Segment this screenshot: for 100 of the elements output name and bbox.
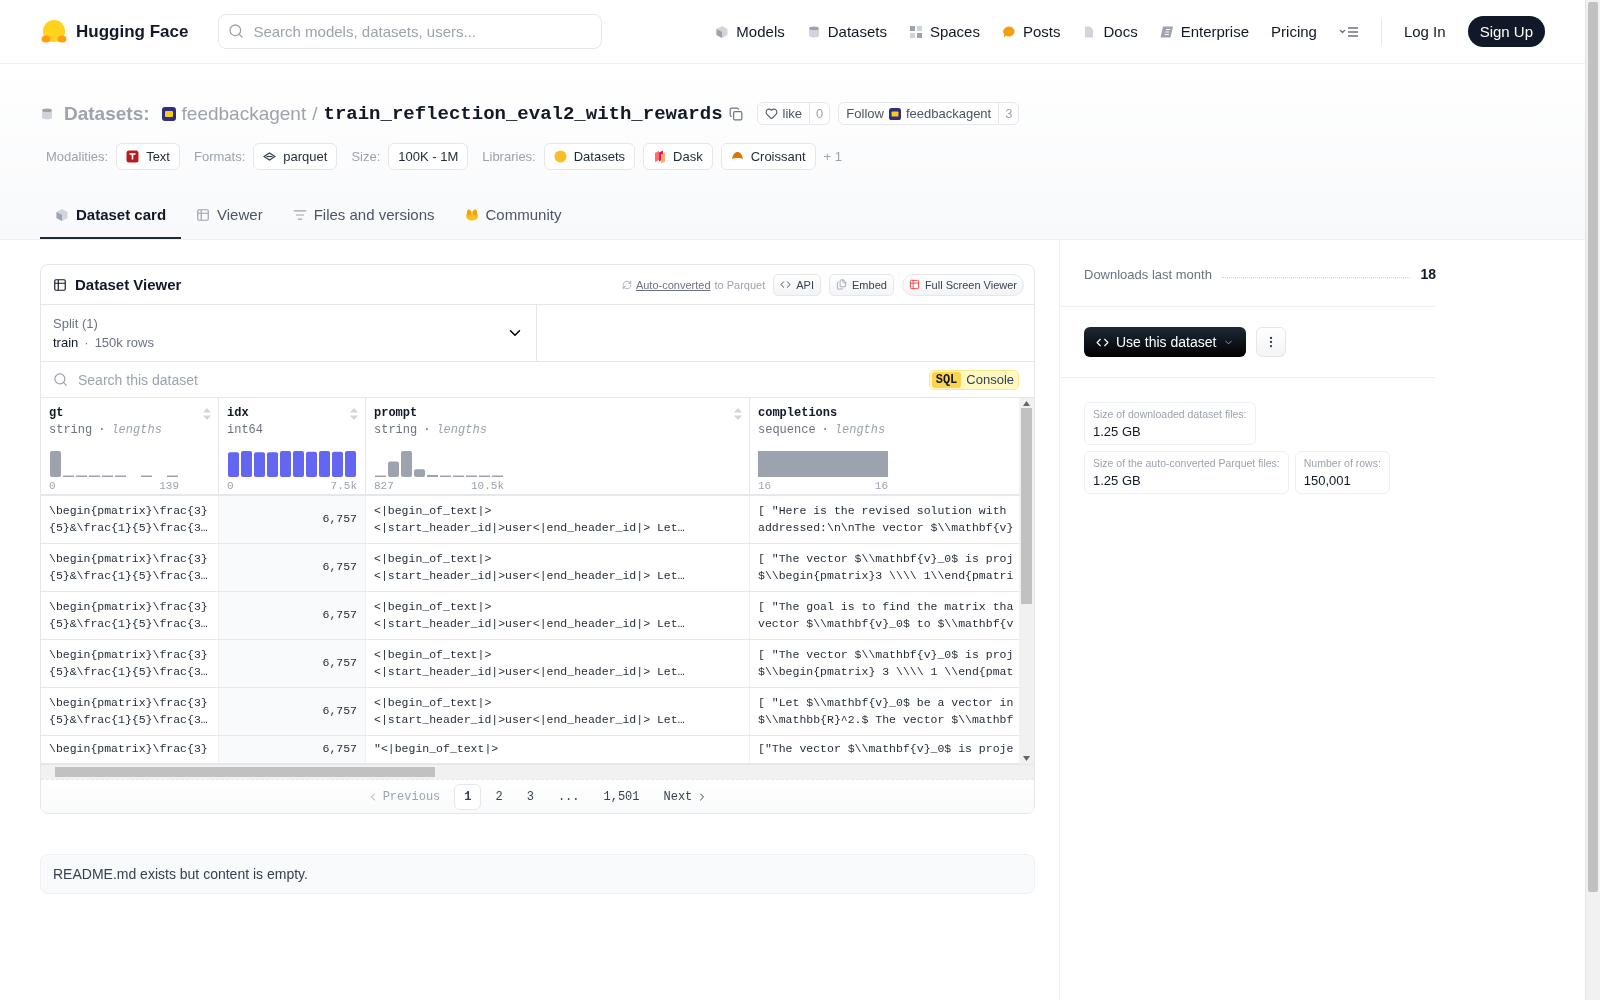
page-link[interactable]: 1,501 (593, 783, 650, 810)
split-label: Split (1) (53, 316, 99, 331)
tag[interactable]: Text (116, 143, 180, 170)
downloads-count: 18 (1420, 266, 1436, 282)
tag[interactable]: Datasets (543, 143, 636, 170)
like-count: 0 (809, 103, 830, 124)
table-icon (196, 207, 211, 222)
toolbar-button[interactable]: API (773, 273, 821, 296)
tag[interactable]: 100K - 1M (388, 143, 469, 170)
nav-link[interactable]: Enterprise (1159, 23, 1250, 40)
tab[interactable]: Files and versions (277, 194, 450, 239)
hands-icon (464, 207, 479, 222)
column-type: string (374, 423, 418, 437)
column-name: idx (227, 406, 249, 420)
converted-text: to Parquet (714, 278, 766, 291)
nav-link[interactable]: Docs (1082, 23, 1138, 40)
table-cell: <|begin_of_text|> <|start_header_id|>user<|end_header_id|> Let… (366, 544, 750, 592)
text-icon (126, 150, 140, 163)
table-cell: <|begin_of_text|> <|start_header_id|>user<|end_header_id|> Let… (366, 592, 750, 640)
nav-link[interactable]: Datasets (806, 23, 887, 40)
tab[interactable]: Viewer (181, 194, 278, 239)
sql-console-button[interactable]: SQL Console (928, 369, 1019, 390)
table-cell: "<|begin_of_text|> (366, 736, 750, 764)
down-arrow-icon[interactable] (1023, 756, 1030, 761)
brand-name[interactable]: Hugging Face (76, 21, 189, 42)
readme-notice: README.md exists but content is empty. (40, 854, 1035, 894)
scrollbar[interactable] (41, 764, 1034, 779)
cube-icon (55, 207, 69, 222)
table-cell: \begin{pmatrix}\frac{3} {5}&\frac{1}{5}\frac{3… (41, 688, 219, 736)
code-icon (780, 279, 792, 290)
menu-icon[interactable] (1338, 24, 1359, 39)
like-button[interactable]: like (757, 103, 810, 124)
auto-converted-link[interactable]: Auto-converted (635, 278, 711, 291)
signup-button[interactable]: Sign Up (1467, 16, 1545, 47)
tab[interactable]: Dataset card (40, 194, 182, 239)
tag[interactable]: parquet (253, 143, 338, 170)
table-cell: \begin{pmatrix}\frac{3} {5}&\frac{1}{5}\frac{3… (41, 544, 219, 592)
nav-link[interactable]: Models (715, 23, 785, 40)
nav-link[interactable]: Posts (1001, 23, 1061, 40)
table-cell: 6,757 (219, 592, 366, 640)
tag[interactable]: Croissant (720, 143, 816, 170)
login-link[interactable]: Log In (1403, 23, 1446, 40)
table-icon (908, 279, 920, 290)
page-link[interactable]: 3 (516, 783, 544, 810)
table-cell: <|begin_of_text|> <|start_header_id|>user<|end_header_id|> Let… (366, 688, 750, 736)
page-link[interactable]: ... (547, 783, 590, 810)
column-stat: lengths (436, 423, 487, 437)
path-separator: / (312, 102, 318, 125)
dask-icon (653, 150, 667, 163)
split-value: train (53, 335, 79, 350)
scrollbar[interactable] (1585, 0, 1600, 1000)
table-cell: 6,757 (219, 640, 366, 688)
column-type: int64 (227, 423, 263, 437)
table-cell: <|begin_of_text|> <|start_header_id|>user<|end_header_id|> Let… (366, 496, 750, 544)
refresh-icon (621, 279, 632, 290)
next-link[interactable]: Next (653, 785, 719, 808)
page-link[interactable]: 2 (485, 783, 513, 810)
follower-count: 3 (998, 103, 1019, 124)
follow-button[interactable]: Follow feedbackagent (839, 103, 999, 124)
nav-link[interactable]: Pricing (1271, 23, 1317, 40)
scrollbar[interactable] (1019, 398, 1034, 764)
files-icon (836, 279, 847, 290)
use-dataset-button[interactable]: Use this dataset (1084, 327, 1247, 357)
page-link[interactable]: 1 (454, 783, 482, 810)
grid-icon (908, 24, 923, 39)
sort-icon[interactable] (202, 407, 212, 421)
sort-icon[interactable] (349, 407, 359, 421)
more-button[interactable] (1256, 327, 1287, 357)
section-label: Datasets: (64, 102, 150, 125)
table-cell: \begin{pmatrix}\frac{3} {5}&\frac{1}{5}\frac{3… (41, 496, 219, 544)
toolbar-button[interactable]: Full Screen Viewer (901, 273, 1024, 296)
column-header[interactable]: idx int64 0 7.5k (219, 398, 366, 496)
stat-value: 1.25 GB (1093, 424, 1142, 439)
database-icon (40, 106, 54, 121)
column-name: gt (49, 406, 64, 420)
table-cell: 6,757 (219, 496, 366, 544)
enterprise-icon (1159, 24, 1174, 39)
toolbar-button[interactable]: Embed (829, 273, 894, 296)
list-icon (292, 207, 307, 222)
search-field[interactable]: Search models, datasets, users... (218, 14, 603, 49)
stat-value: 1.25 GB (1093, 473, 1142, 488)
search-icon (53, 372, 68, 387)
heart-icon (764, 107, 778, 120)
tag[interactable]: Dask (643, 143, 713, 170)
dataset-search-field[interactable]: Search this dataset (76, 370, 921, 389)
range-min: 0 (227, 480, 234, 492)
card-title: Dataset Viewer (75, 276, 182, 293)
range-min: 827 (374, 480, 394, 492)
tag-group-label: Size: (351, 149, 381, 164)
stat-label: Size of the auto-converted Parquet files: (1093, 457, 1280, 469)
sort-icon[interactable] (733, 407, 743, 421)
up-arrow-icon[interactable] (1023, 401, 1030, 406)
tab[interactable]: Community (449, 194, 577, 239)
stat-label: Number of rows: (1303, 457, 1381, 469)
tag-group-label: Formats: (194, 149, 246, 164)
cube-icon (715, 24, 730, 39)
table-cell: \begin{pmatrix}\frac{3} (41, 736, 219, 764)
copy-icon[interactable] (728, 106, 743, 121)
table-cell: \begin{pmatrix}\frac{3} {5}&\frac{1}{5}\frac{3… (41, 640, 219, 688)
nav-link[interactable]: Spaces (908, 23, 980, 40)
